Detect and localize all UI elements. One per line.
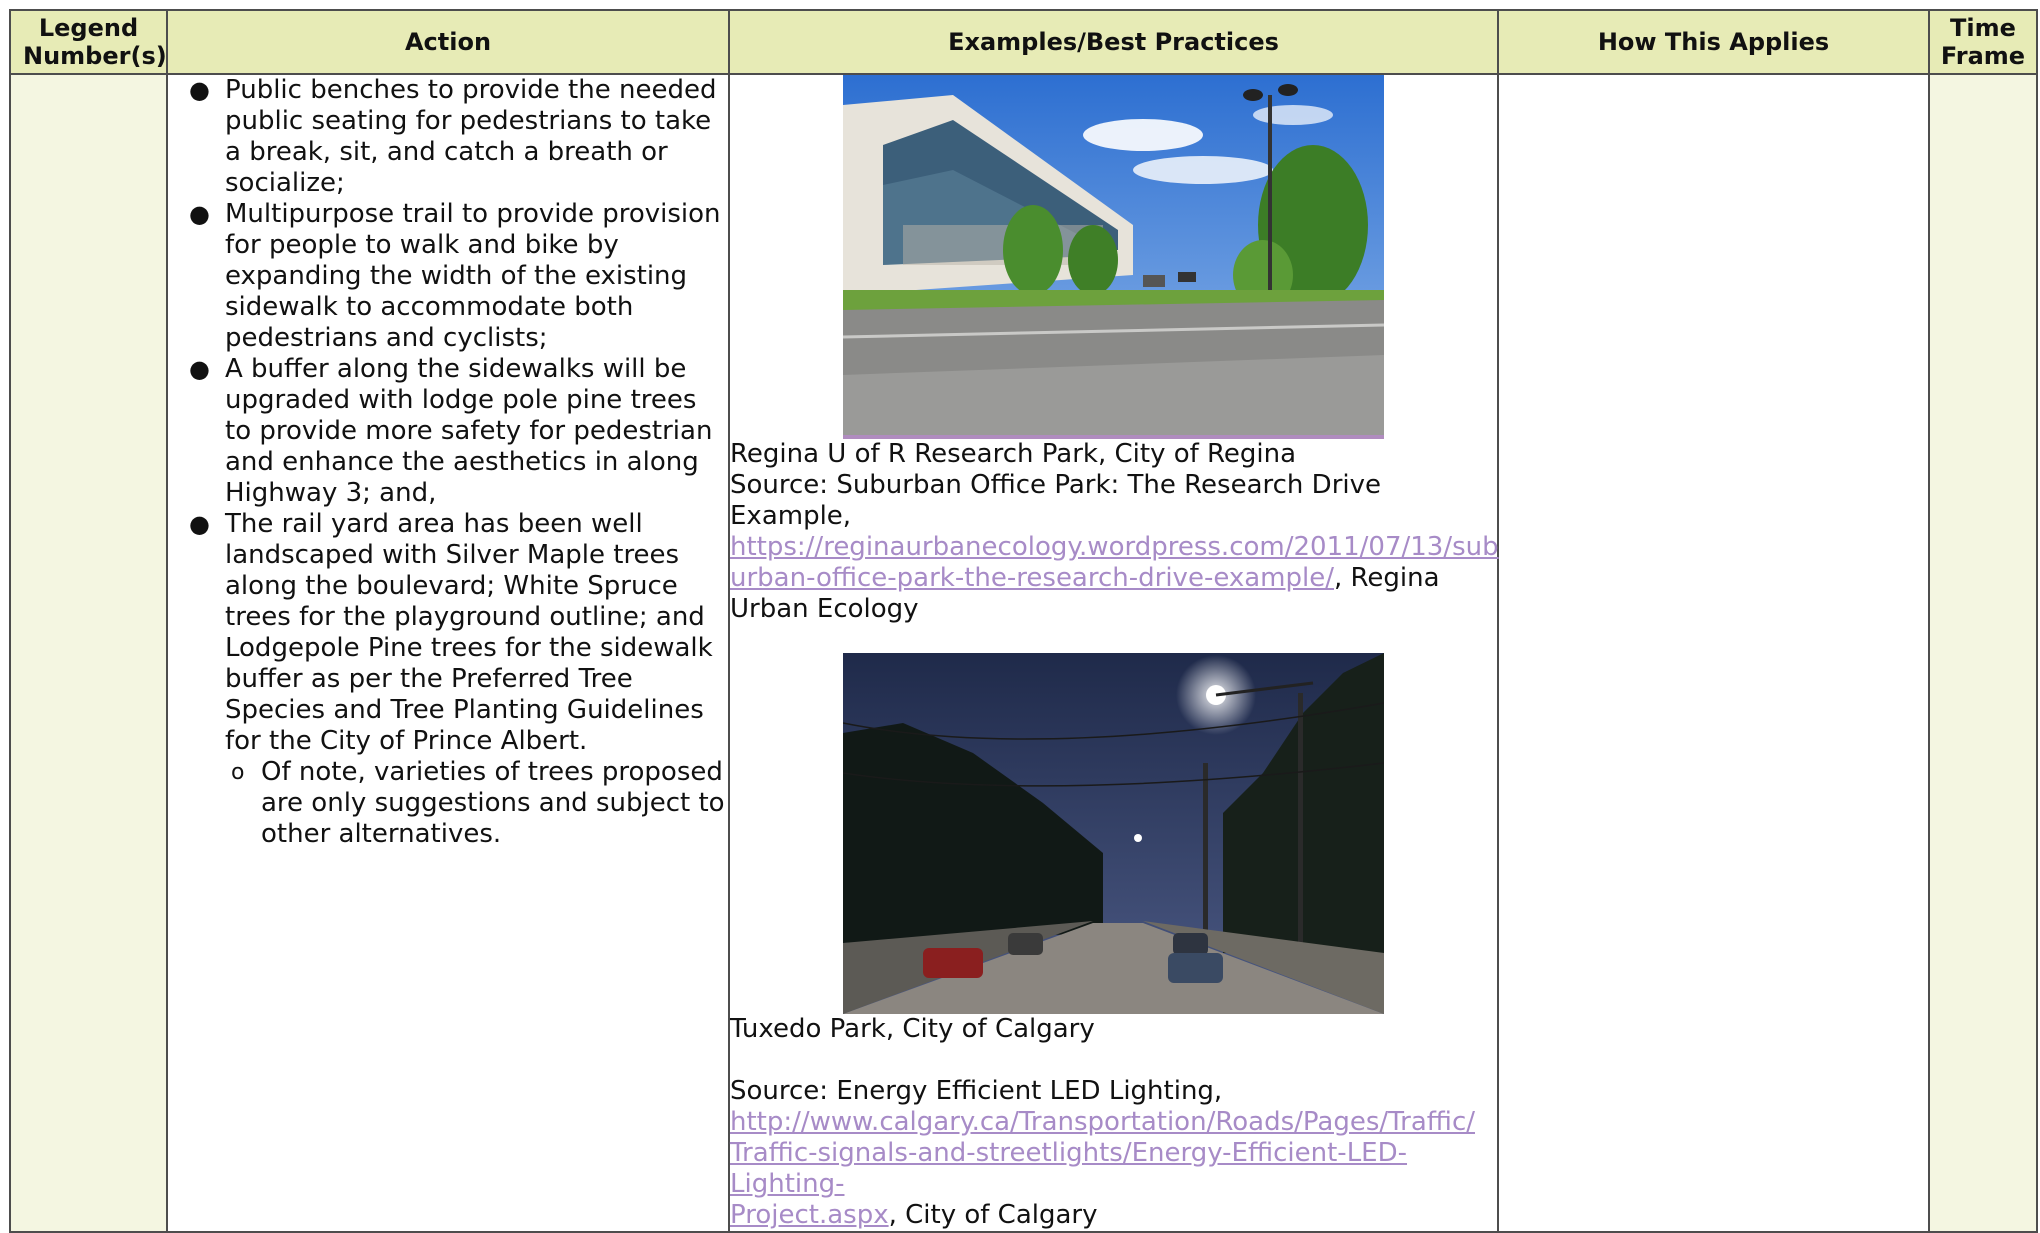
action-sublist: o Of note, varieties of trees proposed ar… [225,757,728,850]
action-list: ● Public benches to provide the needed pu… [168,75,728,850]
header-row: Legend Number(s) Action Examples/Best Pr… [9,9,2038,75]
example-2-title: Tuxedo Park, City of Calgary [730,1014,1095,1044]
header-legend: Legend Number(s) [9,9,168,75]
circle-bullet-icon: o [231,760,245,785]
example-2-source: Source: Energy Efficient LED Lighting, [730,1076,1223,1106]
research-park-photo [843,75,1384,439]
header-action: Action [166,9,730,75]
action-item: ● A buffer along the sidewalks will be up… [189,354,713,508]
example-1-tail: Urban Ecology [730,594,919,624]
example-2-link-block: http://www.calgary.ca/Transportation/Roa… [730,1107,1475,1230]
example-1-source: Source: Suburban Office Park: The Resear… [730,470,1381,531]
action-subitem: o Of note, varieties of trees proposed ar… [231,757,725,849]
example-2-spacer [730,1045,1497,1076]
body-row: ● Public benches to provide the needed pu… [9,73,2038,1233]
header-applies: How This Applies [1497,9,1930,75]
action-item: ● Public benches to provide the needed pu… [189,75,717,198]
tuxedo-park-photo [843,653,1384,1014]
applies-cell [1497,73,1930,1233]
bullet-icon: ● [189,200,210,228]
action-item: ● Multipurpose trail to provide provision… [189,199,721,353]
example-2-link[interactable]: http://www.calgary.ca/Transportation/Roa… [730,1107,1475,1230]
header-time: Time Frame [1928,9,2038,75]
examples-cell: Regina U of R Research Park, City of Reg… [728,73,1499,1233]
header-examples: Examples/Best Practices [728,9,1499,75]
bullet-icon: ● [189,355,210,383]
action-item: ● The rail yard area has been well landsc… [168,509,728,850]
action-cell: ● Public benches to provide the needed pu… [166,73,730,1233]
time-cell [1928,73,2038,1233]
legend-cell [9,73,168,1233]
example-1-title: Regina U of R Research Park, City of Reg… [730,439,1297,469]
bullet-icon: ● [189,76,210,104]
plan-table: Legend Number(s) Action Examples/Best Pr… [9,9,2038,1233]
bullet-icon: ● [189,510,210,538]
example-1-link-block: https://reginaurbanecology.wordpress.com… [730,532,1499,593]
